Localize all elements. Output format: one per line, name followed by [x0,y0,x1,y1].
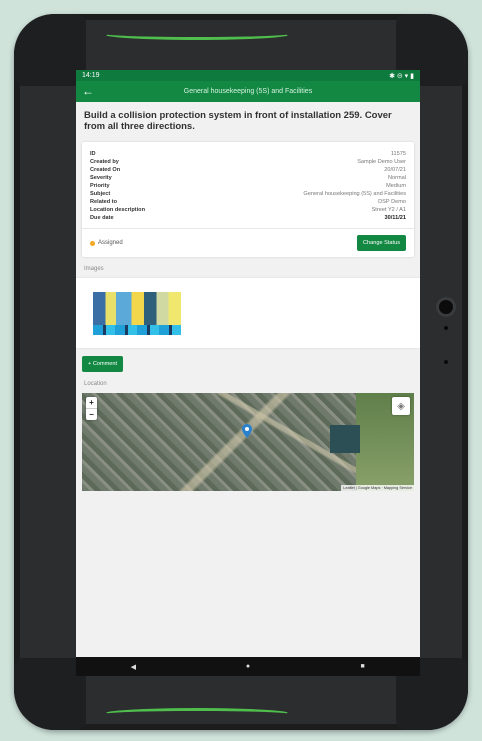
detail-key: Created by [90,159,119,165]
app-bar-title: General housekeeping (5S) and Facilities [183,88,313,95]
status-bar: 14:19 ✱ ⊝ ▾ ▮ [76,70,420,81]
app-screen: 14:19 ✱ ⊝ ▾ ▮ ← General housekeeping (5S… [76,70,420,676]
zoom-control: + − [86,397,97,420]
detail-key: Related to [90,199,118,205]
detail-row: ID 11575 [90,150,406,158]
detail-value: Street Y2 / A1 [371,207,406,213]
add-comment-button[interactable]: + Comment [82,356,124,372]
nav-recents-icon[interactable]: ■ [333,663,393,670]
map-pin-icon[interactable] [242,424,252,438]
camera-lens [439,300,453,314]
detail-key: Subject [90,191,111,197]
image-thumbnail[interactable] [93,292,181,335]
detail-row: Location description Street Y2 / A1 [90,206,406,214]
detail-key: Location description [90,207,146,213]
bottom-light-bar [102,708,292,720]
back-arrow-icon[interactable]: ← [82,84,94,98]
zoom-in-button[interactable]: + [86,397,97,408]
nav-home-icon[interactable]: ● [218,663,278,670]
detail-key: ID [90,151,96,157]
detail-value: DSP Demo [378,199,406,205]
task-title: Build a collision protection system in f… [84,110,392,132]
detail-value: Normal [387,175,406,181]
status-time: 14:19 [82,72,100,79]
detail-key: Created On [90,167,121,173]
map-attribution: Leaflet | Google Maps · Mapping Service [341,485,414,491]
detail-value: 20/07/21 [384,167,406,173]
status-dot-icon [90,240,95,246]
change-status-button[interactable]: Change Status [356,235,406,251]
task-content: Build a collision protection system in f… [76,110,420,491]
detail-row: Priority Medium [90,182,406,190]
detail-row: Related to DSP Demo [90,198,406,206]
zoom-out-button[interactable]: − [86,408,97,420]
nav-back-icon[interactable]: ◀ [103,663,163,671]
location-heading: Location [84,381,107,387]
detail-row: Created On 20/07/21 [90,166,406,174]
images-heading: Images [84,266,104,272]
status-indicator: Assigned [90,240,123,246]
detail-row: Created by Sample Demo User [90,158,406,166]
sensor-dot [444,326,448,330]
status-row: Assigned Change Status [82,229,414,257]
detail-value: 11575 [390,151,406,157]
detail-value: 30/11/21 [384,215,406,221]
detail-key: Severity [90,175,112,181]
detail-row: Severity Normal [90,174,406,182]
detail-row: Subject General housekeeping (5S) and Fac… [90,190,406,198]
map-field-area [330,425,360,453]
detail-key: Due date [90,215,114,221]
details-list: ID 11575 Created by Sample Demo User Created… [82,142,414,229]
android-nav-bar: ◀ ● ■ [76,657,420,676]
thumbnail-detail [93,325,181,335]
detail-value: Sample Demo User [357,159,406,165]
top-light-bar [102,28,292,40]
status-label: Assigned [98,240,123,246]
detail-key: Priority [90,183,110,189]
status-icons: ✱ ⊝ ▾ ▮ [389,72,414,80]
task-details-card: ID 11575 Created by Sample Demo User Created… [82,142,414,257]
location-map[interactable]: + − ◈ Leaflet | Google Maps · Mapping Se… [82,393,414,491]
app-bar: ← General housekeeping (5S) and Faciliti… [76,81,420,102]
layers-icon[interactable]: ◈ [392,397,410,415]
detail-value: General housekeeping (5S) and Facilities [303,191,406,197]
images-gallery [76,278,420,348]
sensor-dot [444,360,448,364]
detail-row: Due date 30/11/21 [90,214,406,222]
detail-value: Medium [386,183,406,189]
